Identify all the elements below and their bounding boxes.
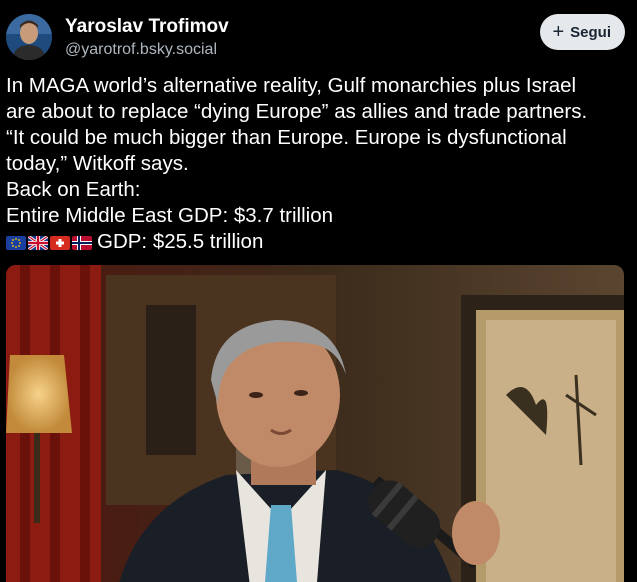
author-handle[interactable]: @yarotrof.bsky.social [65, 39, 229, 61]
person-avatar-icon [6, 14, 52, 60]
uk-flag-icon [28, 236, 48, 250]
post-text-line: Entire Middle East GDP: $3.7 trillion [6, 204, 333, 227]
norway-flag-icon [72, 236, 92, 250]
post-text-line: today,” Witkoff says. [6, 152, 189, 175]
post-text-line: “It could be much bigger than Europe. Eu… [6, 126, 567, 149]
man-speaking-into-microphone-icon [6, 265, 624, 582]
post-text-line: Back on Earth: [6, 178, 141, 201]
plus-icon: + [552, 21, 565, 43]
follow-button-label: Segui [570, 23, 611, 41]
author-info: Yaroslav Trofimov @yarotrof.bsky.social [65, 15, 229, 61]
post-media-image[interactable] [6, 265, 624, 582]
post-text-gdp-line: GDP: $25.5 trillion [6, 229, 632, 255]
author-avatar[interactable] [6, 14, 52, 60]
flag-emoji-group [6, 236, 92, 250]
post-text-line: In MAGA world’s alternative reality, Gul… [6, 74, 577, 97]
post-header: Yaroslav Trofimov @yarotrof.bsky.social … [6, 12, 625, 62]
swiss-flag-icon [50, 236, 70, 250]
gdp-text: GDP: $25.5 trillion [97, 230, 264, 253]
eu-flag-icon [6, 236, 26, 250]
follow-button[interactable]: + Segui [540, 14, 625, 50]
post-card: Yaroslav Trofimov @yarotrof.bsky.social … [0, 0, 637, 582]
post-text-line: are about to replace “dying Europe” as a… [6, 100, 588, 123]
author-display-name[interactable]: Yaroslav Trofimov [65, 15, 229, 39]
post-text: In MAGA world’s alternative reality, Gul… [6, 73, 632, 255]
